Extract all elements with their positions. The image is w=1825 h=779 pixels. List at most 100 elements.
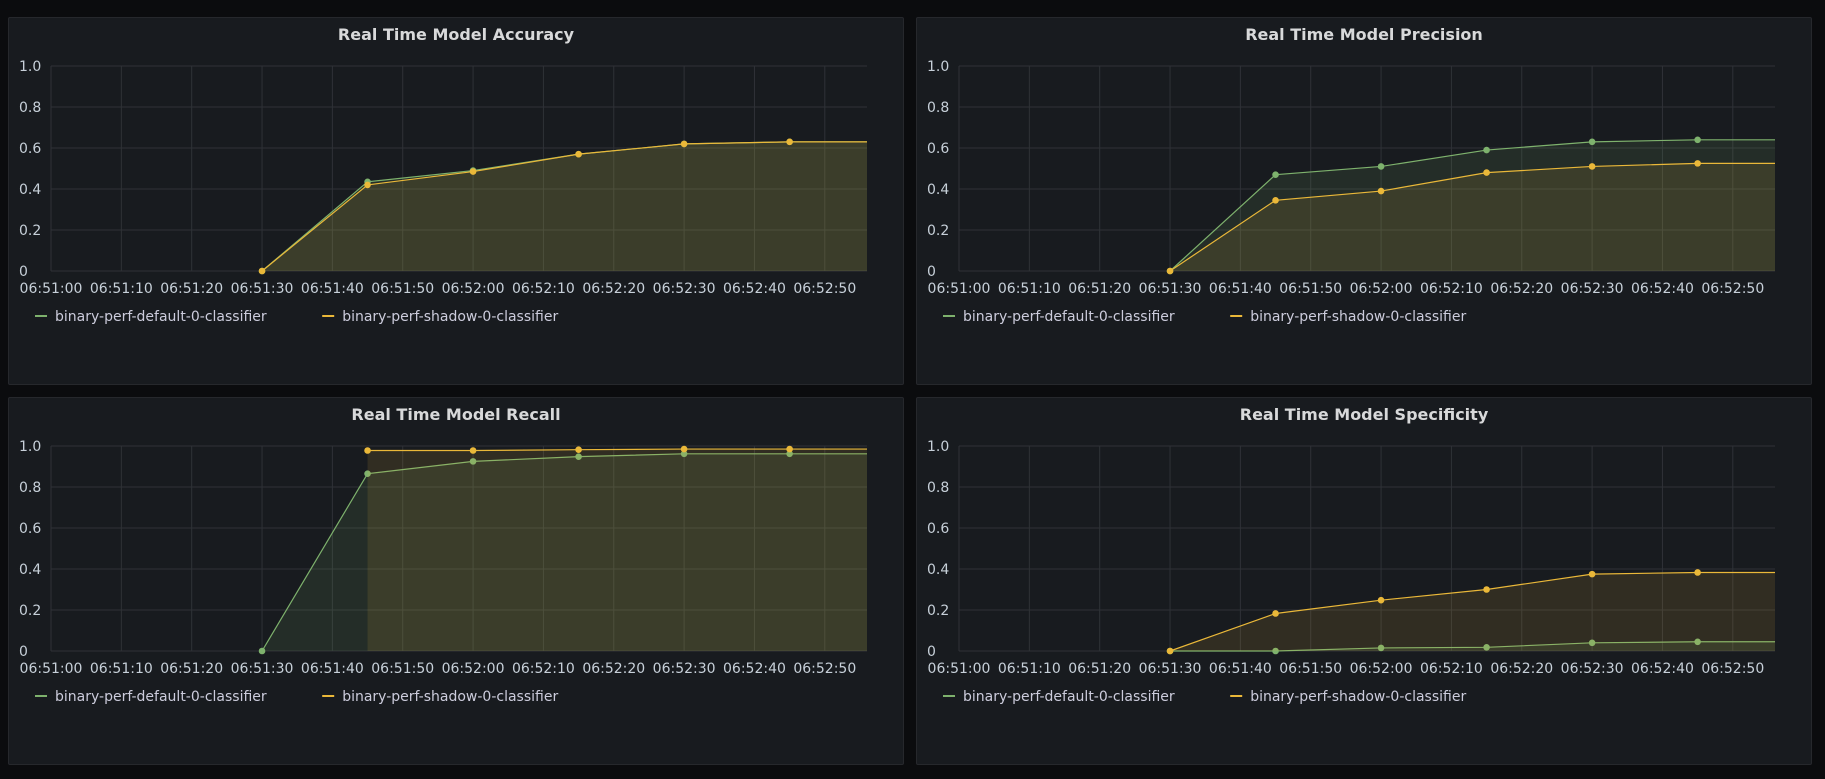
data-point[interactable] — [258, 647, 266, 655]
y-tick-label: 0 — [19, 644, 28, 660]
x-tick-label: 06:51:00 — [928, 281, 991, 297]
data-point[interactable] — [1483, 586, 1490, 593]
x-tick-label: 06:52:20 — [582, 281, 645, 297]
x-tick-label: 06:51:40 — [301, 661, 364, 677]
data-point[interactable] — [786, 445, 793, 453]
data-point[interactable] — [1377, 596, 1385, 604]
legend-label[interactable]: binary-perf-default-0-classifier — [55, 689, 267, 705]
x-tick-label: 06:51:10 — [998, 661, 1061, 677]
x-tick-label: 06:52:50 — [793, 661, 856, 677]
x-tick-label: 06:52:40 — [723, 281, 786, 297]
x-tick-label: 06:51:10 — [90, 661, 153, 677]
x-tick-label: 06:51:30 — [231, 661, 294, 677]
y-tick-label: 0.8 — [927, 100, 949, 116]
x-tick-label: 06:52:10 — [512, 281, 575, 297]
x-tick-label: 06:51:50 — [371, 281, 434, 297]
y-tick-label: 0.2 — [927, 603, 949, 619]
data-point[interactable] — [1377, 163, 1385, 170]
x-tick-label: 06:52:10 — [1420, 281, 1483, 297]
data-point[interactable] — [1377, 187, 1385, 195]
x-tick-label: 06:51:50 — [1279, 661, 1342, 677]
data-point[interactable] — [1588, 570, 1596, 578]
x-tick-label: 06:51:00 — [20, 281, 83, 297]
series-area — [262, 141, 867, 271]
x-tick-label: 06:52:10 — [1420, 661, 1483, 677]
x-tick-label: 06:52:20 — [582, 661, 645, 677]
x-tick-label: 06:52:50 — [1701, 661, 1764, 677]
data-point[interactable] — [1483, 169, 1490, 176]
data-point[interactable] — [469, 168, 477, 175]
data-point[interactable] — [680, 140, 688, 148]
x-tick-label: 06:52:00 — [442, 281, 505, 297]
x-tick-label: 06:52:10 — [512, 661, 575, 677]
data-point[interactable] — [1588, 163, 1596, 170]
y-tick-label: 0.8 — [19, 480, 41, 496]
x-tick-label: 06:52:40 — [723, 661, 786, 677]
x-tick-label: 06:51:40 — [301, 281, 364, 297]
data-point[interactable] — [258, 267, 266, 275]
data-point[interactable] — [364, 181, 371, 189]
panel-recall: Real Time Model Recall 0 0.2 0.4 0.6 0.8 1.0 0… — [8, 397, 904, 765]
data-point[interactable] — [1272, 196, 1279, 204]
chart-svg: 0 0.2 0.4 0.6 0.8 1.0 06:51:00 06:51:10 06:51:20… — [927, 439, 1775, 705]
data-point[interactable] — [1694, 569, 1701, 576]
x-tick-label: 06:51:50 — [1279, 281, 1342, 297]
x-tick-label: 06:52:30 — [653, 281, 716, 297]
y-tick-label: 0.4 — [927, 562, 949, 578]
x-tick-label: 06:51:20 — [1068, 661, 1131, 677]
data-point[interactable] — [364, 447, 371, 454]
y-tick-label: 0.4 — [19, 182, 41, 198]
y-tick-label: 0.6 — [927, 141, 949, 157]
data-point[interactable] — [469, 447, 477, 454]
chart-svg: 0 0.2 0.4 0.6 0.8 1.0 06:51:00 06:51:10 06:51:20… — [927, 59, 1775, 325]
legend-label[interactable]: binary-perf-shadow-0-classifier — [1250, 689, 1466, 705]
y-tick-label: 0 — [19, 264, 28, 280]
legend-label[interactable]: binary-perf-default-0-classifier — [55, 309, 267, 325]
y-tick-label: 0.4 — [19, 562, 41, 578]
y-tick-label: 0.2 — [19, 603, 41, 619]
x-tick-label: 06:51:30 — [1139, 661, 1202, 677]
x-tick-label: 06:52:30 — [1561, 661, 1624, 677]
y-tick-label: 0.6 — [927, 521, 949, 537]
data-point[interactable] — [1166, 267, 1174, 275]
data-point[interactable] — [1694, 136, 1701, 144]
data-point[interactable] — [575, 150, 582, 158]
data-point[interactable] — [575, 446, 582, 453]
y-tick-label: 1.0 — [927, 439, 949, 455]
legend-label[interactable]: binary-perf-default-0-classifier — [963, 689, 1175, 705]
x-tick-label: 06:52:00 — [1350, 661, 1413, 677]
legend-label[interactable]: binary-perf-shadow-0-classifier — [342, 309, 558, 325]
x-tick-label: 06:51:10 — [90, 281, 153, 297]
x-tick-label: 06:52:00 — [1350, 281, 1413, 297]
data-point[interactable] — [786, 138, 793, 146]
legend-label[interactable]: binary-perf-shadow-0-classifier — [1250, 309, 1466, 325]
legend-label[interactable]: binary-perf-default-0-classifier — [963, 309, 1175, 325]
y-tick-label: 1.0 — [927, 59, 949, 75]
x-tick-label: 06:51:20 — [160, 661, 223, 677]
data-point[interactable] — [1272, 171, 1279, 178]
panel-accuracy: Real Time Model Accuracy 0 0.2 0.4 0.6 0.8 1.… — [8, 17, 904, 385]
x-tick-label: 06:51:30 — [231, 281, 294, 297]
legend-label[interactable]: binary-perf-shadow-0-classifier — [342, 689, 558, 705]
chart-svg: 0 0.2 0.4 0.6 0.8 1.0 06:51:00 06:51:10 06:51:20… — [19, 439, 867, 705]
data-point[interactable] — [1694, 160, 1701, 167]
x-tick-label: 06:52:50 — [1701, 281, 1764, 297]
series-area — [367, 449, 867, 651]
y-tick-label: 0 — [927, 644, 936, 660]
x-tick-label: 06:51:20 — [160, 281, 223, 297]
x-tick-label: 06:52:00 — [442, 661, 505, 677]
x-tick-label: 06:51:50 — [371, 661, 434, 677]
x-tick-label: 06:51:20 — [1068, 281, 1131, 297]
y-tick-label: 1.0 — [19, 59, 41, 75]
y-tick-label: 0.8 — [927, 480, 949, 496]
x-tick-label: 06:52:40 — [1631, 661, 1694, 677]
data-point[interactable] — [1588, 138, 1596, 146]
x-tick-label: 06:51:10 — [998, 281, 1061, 297]
data-point[interactable] — [1483, 146, 1490, 154]
x-tick-label: 06:51:40 — [1209, 281, 1272, 297]
data-point[interactable] — [680, 445, 688, 453]
data-point[interactable] — [1166, 647, 1174, 655]
y-tick-label: 1.0 — [19, 439, 41, 455]
data-point[interactable] — [1272, 610, 1279, 617]
y-tick-label: 0 — [927, 264, 936, 280]
